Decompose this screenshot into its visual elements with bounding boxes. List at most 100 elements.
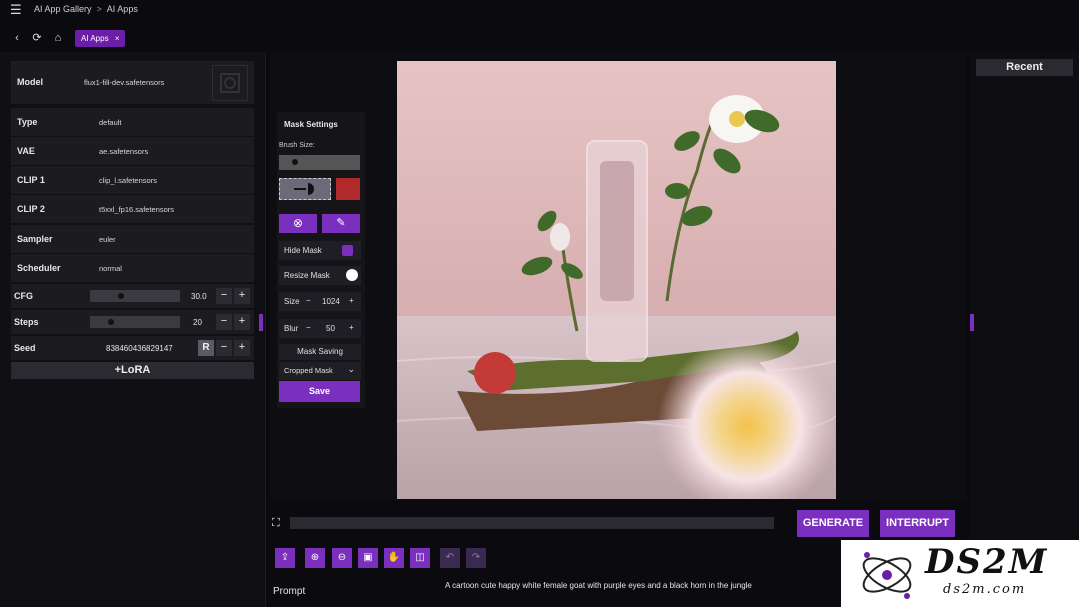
seed-value[interactable]: 838460436829147: [106, 344, 173, 353]
right-panel-resize-handle[interactable]: [970, 314, 974, 331]
upload-image-icon[interactable]: ⇪: [275, 548, 295, 568]
breadcrumb-home[interactable]: AI App Gallery: [34, 4, 92, 14]
invert-mask-icon[interactable]: ✎: [322, 214, 360, 233]
cfg-value: 30.0: [191, 292, 207, 301]
param-value: clip_l.safetensors: [99, 176, 157, 185]
param-value: ae.safetensors: [99, 147, 149, 156]
brush-size-label: Brush Size:: [279, 142, 315, 149]
recent-header: Recent: [976, 59, 1073, 76]
param-row-vae[interactable]: VAE ae.safetensors: [11, 137, 254, 165]
blur-increment-button[interactable]: +: [349, 323, 354, 332]
breadcrumb: AI App Gallery > AI Apps: [34, 4, 138, 14]
param-label: Scheduler: [17, 263, 61, 273]
param-label: Type: [17, 117, 38, 127]
zoom-in-icon[interactable]: ⊕: [305, 548, 325, 568]
slider-knob[interactable]: [118, 293, 124, 299]
slider-knob[interactable]: [292, 159, 298, 165]
param-row-clip1[interactable]: CLIP 1 clip_l.safetensors: [11, 166, 254, 194]
hide-mask-label: Hide Mask: [284, 246, 322, 255]
zoom-out-icon[interactable]: ⊖: [332, 548, 352, 568]
watermark-brand: DS2M: [925, 542, 1049, 582]
brush-preview-icon: [294, 183, 314, 195]
param-label: VAE: [17, 146, 35, 156]
interrupt-button[interactable]: INTERRUPT: [880, 510, 955, 537]
fit-image-icon[interactable]: ▣: [358, 548, 378, 568]
steps-decrement-button[interactable]: −: [216, 314, 232, 330]
param-row-type[interactable]: Type default: [11, 108, 254, 136]
param-value: euler: [99, 235, 116, 244]
seed-increment-button[interactable]: +: [234, 340, 250, 356]
blur-value[interactable]: 50: [326, 324, 335, 333]
tab-ai-apps[interactable]: AI Apps ×: [75, 30, 126, 47]
steps-increment-button[interactable]: +: [234, 314, 250, 330]
hide-mask-toggle-row[interactable]: Hide Mask: [279, 241, 361, 260]
mask-settings-title: Mask Settings: [284, 120, 338, 129]
chevron-down-icon: ⌄: [347, 364, 355, 374]
compare-split-icon[interactable]: ◫: [410, 548, 430, 568]
progress-bar: [290, 517, 774, 529]
size-value[interactable]: 1024: [322, 297, 340, 306]
param-row-clip2[interactable]: CLIP 2 t5xxl_fp16.safetensors: [11, 195, 254, 223]
save-mask-button[interactable]: Save: [279, 381, 360, 402]
mask-saving-select[interactable]: Cropped Mask ⌄: [279, 362, 361, 380]
undo-icon[interactable]: ↶: [440, 548, 460, 568]
home-icon[interactable]: ⌂: [50, 30, 66, 46]
eraser-tool-button[interactable]: [279, 178, 331, 200]
resize-mask-toggle[interactable]: [346, 269, 358, 281]
hamburger-menu-icon[interactable]: ☰: [10, 3, 24, 17]
top-bar: [0, 0, 1079, 26]
clear-mask-icon[interactable]: ⊗: [279, 214, 317, 233]
param-row-model[interactable]: Model flux1-fill-dev.safetensors: [11, 61, 254, 104]
cfg-row: CFG 30.0 − +: [11, 284, 254, 308]
left-panel-resize-handle[interactable]: [259, 314, 263, 331]
resize-mask-label: Resize Mask: [284, 271, 330, 280]
brush-color-swatch[interactable]: [336, 178, 360, 200]
size-increment-button[interactable]: +: [349, 296, 354, 305]
size-decrement-button[interactable]: −: [306, 296, 311, 305]
random-seed-button[interactable]: R: [198, 340, 214, 356]
fullscreen-icon[interactable]: ⛶: [272, 517, 285, 530]
size-label: Size: [284, 297, 300, 306]
param-row-scheduler[interactable]: Scheduler normal: [11, 254, 254, 282]
param-label: CLIP 2: [17, 204, 45, 214]
tab-label: AI Apps: [81, 34, 109, 43]
prompt-input[interactable]: A cartoon cute happy white female goat w…: [445, 581, 835, 590]
blur-label: Blur: [284, 324, 299, 333]
prompt-label: Prompt: [273, 586, 306, 597]
input-image[interactable]: [397, 61, 836, 499]
steps-slider[interactable]: [90, 316, 180, 328]
prompt-bar: [268, 575, 841, 607]
atom-logo-icon: [862, 552, 912, 599]
param-row-sampler[interactable]: Sampler euler: [11, 225, 254, 253]
watermark-domain: ds2m.com: [943, 582, 1027, 597]
steps-value: 20: [193, 318, 202, 327]
redo-icon[interactable]: ↷: [466, 548, 486, 568]
back-arrow-icon[interactable]: ‹: [9, 30, 25, 46]
param-value: default: [99, 118, 122, 127]
mask-blur-row: Blur − 50 +: [279, 319, 361, 338]
cfg-slider[interactable]: [90, 290, 180, 302]
product-photo-illustration: [397, 61, 836, 499]
param-label: CLIP 1: [17, 175, 45, 185]
cfg-increment-button[interactable]: +: [234, 288, 250, 304]
refresh-icon[interactable]: ⟳: [29, 30, 45, 46]
breadcrumb-separator: >: [96, 4, 102, 14]
brush-size-slider[interactable]: [279, 155, 360, 170]
seed-label: Seed: [14, 343, 36, 353]
tab-close-icon[interactable]: ×: [115, 34, 120, 43]
param-label: Model: [17, 77, 43, 87]
hide-mask-checkbox[interactable]: [342, 245, 353, 256]
cfg-decrement-button[interactable]: −: [216, 288, 232, 304]
slider-knob[interactable]: [108, 319, 114, 325]
model-thumbnail-icon: [212, 65, 248, 101]
add-lora-button[interactable]: +LoRA: [11, 362, 254, 379]
watermark-logo: DS2M ds2m.com: [841, 540, 1079, 607]
breadcrumb-current[interactable]: AI Apps: [107, 4, 138, 14]
seed-decrement-button[interactable]: −: [216, 340, 232, 356]
param-value: flux1-fill-dev.safetensors: [84, 78, 165, 87]
cfg-label: CFG: [14, 291, 33, 301]
pan-hand-icon[interactable]: ✋: [384, 548, 404, 568]
resize-mask-toggle-row[interactable]: Resize Mask: [279, 266, 361, 285]
blur-decrement-button[interactable]: −: [306, 323, 311, 332]
generate-button[interactable]: GENERATE: [797, 510, 869, 537]
